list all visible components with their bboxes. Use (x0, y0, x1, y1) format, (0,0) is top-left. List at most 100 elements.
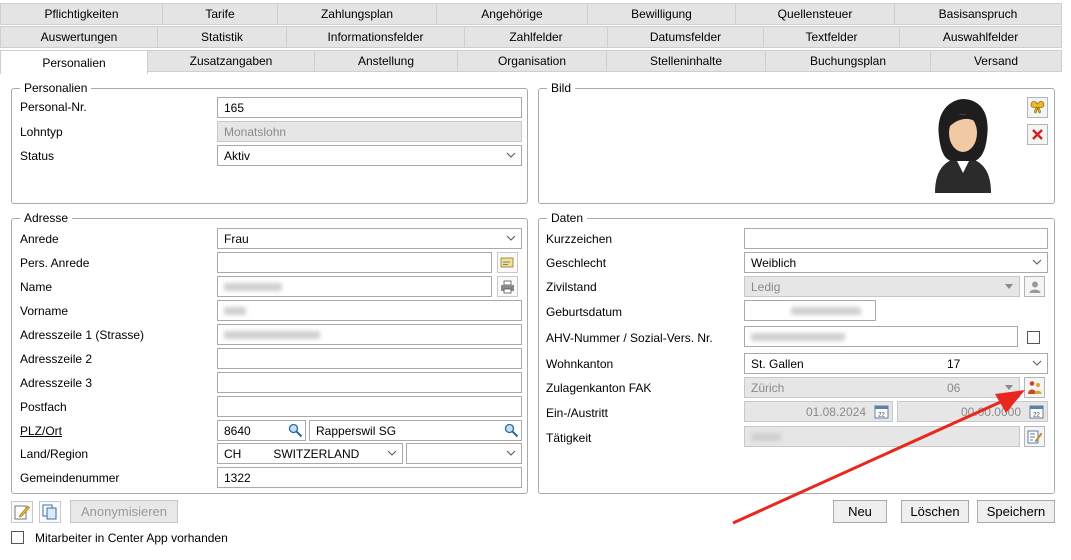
tab-auswahlfelder[interactable]: Auswahlfelder (900, 26, 1062, 48)
name-field[interactable] (217, 276, 492, 297)
anrede-select[interactable]: Frau (217, 228, 522, 249)
ahv-checkbox[interactable] (1027, 331, 1040, 344)
tab-statistik[interactable]: Statistik (158, 26, 287, 48)
personalien-legend: Personalien (20, 81, 92, 95)
postfach-field[interactable] (217, 396, 522, 417)
tab-angehoerige[interactable]: Angehörige (437, 3, 588, 25)
geschlecht-select[interactable]: Weiblich (744, 252, 1048, 273)
land-select[interactable]: CH SWITZERLAND (217, 443, 403, 464)
adresse-legend: Adresse (20, 211, 73, 225)
taetigkeit-field (744, 426, 1020, 447)
plz-value: 8640 (224, 423, 251, 438)
tab-tarife[interactable]: Tarife (163, 3, 278, 25)
adresszeile2-field[interactable] (217, 348, 522, 369)
delete-image-icon[interactable] (1027, 124, 1048, 145)
calendar-icon[interactable]: 22 (874, 404, 889, 419)
center-app-checkbox[interactable] (11, 531, 24, 544)
zulagenkanton-label: Zulagenkanton FAK (546, 381, 652, 395)
tab-organisation[interactable]: Organisation (458, 50, 607, 72)
svg-text:22: 22 (1033, 413, 1040, 419)
status-select[interactable]: Aktiv (217, 145, 522, 166)
copy-record-icon[interactable] (39, 501, 61, 523)
chevron-down-icon (1032, 259, 1042, 265)
calendar-icon[interactable]: 22 (1029, 404, 1044, 419)
tab-basisanspruch[interactable]: Basisanspruch (895, 3, 1062, 25)
center-app-label: Mitarbeiter in Center App vorhanden (35, 531, 228, 545)
tab-personalien[interactable]: Personalien (0, 50, 148, 74)
gemeinde-field[interactable]: 1322 (217, 467, 522, 488)
tab-informationsfelder[interactable]: Informationsfelder (287, 26, 465, 48)
kurzzeichen-field[interactable] (744, 228, 1048, 249)
tab-buchungsplan[interactable]: Buchungsplan (766, 50, 931, 72)
plz-field[interactable]: 8640 (217, 420, 306, 441)
pers-anrede-field[interactable] (217, 252, 492, 273)
tab-bewilligung[interactable]: Bewilligung (588, 3, 736, 25)
lohntyp-label: Lohntyp (20, 125, 63, 139)
tab-stelleninhalte[interactable]: Stelleninhalte (607, 50, 766, 72)
tab-zahlungsplan[interactable]: Zahlungsplan (278, 3, 437, 25)
address-card-icon[interactable] (497, 252, 518, 273)
austritt-field: 00.00.0000 22 (897, 401, 1048, 422)
ort-field[interactable]: Rapperswil SG (309, 420, 522, 441)
lohntyp-field: Monatslohn (217, 121, 522, 142)
plz-ort-label[interactable]: PLZ/Ort (20, 424, 62, 438)
postfach-label: Postfach (20, 400, 67, 414)
tab-versand[interactable]: Versand (931, 50, 1062, 72)
tab-pflichtigkeiten[interactable]: Pflichtigkeiten (0, 3, 163, 25)
personal-nr-field[interactable]: 165 (217, 97, 522, 118)
kurzzeichen-label: Kurzzeichen (546, 232, 613, 246)
ort-search-icon[interactable] (504, 423, 519, 438)
bild-legend: Bild (547, 81, 576, 95)
anonymisieren-button[interactable]: Anonymisieren (70, 500, 178, 523)
dropdown-arrow-icon (1005, 385, 1013, 390)
new-record-icon[interactable] (11, 501, 33, 523)
wohnkanton-code: 17 (947, 356, 961, 371)
tab-quellensteuer[interactable]: Quellensteuer (736, 3, 895, 25)
butterfly-icon[interactable] (1027, 97, 1048, 118)
name-redacted (224, 282, 282, 291)
person-icon[interactable] (1024, 276, 1045, 297)
personal-nr-label: Personal-Nr. (20, 100, 87, 114)
region-select[interactable] (406, 443, 522, 464)
tab-textfelder[interactable]: Textfelder (764, 26, 900, 48)
printer-icon[interactable] (497, 276, 518, 297)
chevron-down-icon (387, 450, 397, 456)
ahv-label: AHV-Nummer / Sozial-Vers. Nr. (546, 331, 713, 345)
land-name: SWITZERLAND (273, 446, 360, 461)
eintritt-value: 01.08.2024 (805, 404, 866, 419)
chevron-down-icon (506, 450, 516, 456)
family-icon[interactable] (1024, 377, 1045, 398)
tab-anstellung[interactable]: Anstellung (315, 50, 458, 72)
tab-datumsfelder[interactable]: Datumsfelder (608, 26, 764, 48)
tab-auswertungen[interactable]: Auswertungen (0, 26, 158, 48)
zulagenkanton-code: 06 (947, 380, 961, 395)
wohnkanton-select[interactable]: St. Gallen 17 (744, 353, 1048, 374)
plz-search-icon[interactable] (288, 423, 303, 438)
gemeinde-label: Gemeindenummer (20, 471, 120, 485)
neu-button[interactable]: Neu (833, 500, 887, 523)
edit-list-icon[interactable] (1024, 426, 1045, 447)
land-label: Land/Region (20, 447, 89, 461)
geburtsdatum-field[interactable] (744, 300, 876, 321)
ort-value: Rapperswil SG (316, 423, 397, 438)
chevron-down-icon (506, 235, 516, 241)
tab-zusatzangaben[interactable]: Zusatzangaben (148, 50, 315, 72)
adresszeile3-field[interactable] (217, 372, 522, 393)
ahv-field[interactable] (744, 326, 1018, 347)
vorname-field[interactable] (217, 300, 522, 321)
wohnkanton-label: Wohnkanton (546, 357, 614, 371)
adresszeile2-label: Adresszeile 2 (20, 352, 93, 366)
zivilstand-label: Zivilstand (546, 280, 597, 294)
einaustritt-label: Ein-/Austritt (546, 406, 609, 420)
adresszeile1-field[interactable] (217, 324, 522, 345)
geschlecht-value: Weiblich (751, 255, 797, 270)
tab-row-3: Personalien Zusatzangaben Anstellung Org… (0, 50, 1062, 74)
speichern-button[interactable]: Speichern (977, 500, 1055, 523)
chevron-down-icon (1032, 360, 1042, 366)
taetigkeit-redacted (751, 432, 781, 441)
austritt-value: 00.00.0000 (960, 404, 1021, 419)
adresszeile3-label: Adresszeile 3 (20, 376, 93, 390)
loeschen-button[interactable]: Löschen (901, 500, 969, 523)
tab-zahlfelder[interactable]: Zahlfelder (465, 26, 608, 48)
zivilstand-value: Ledig (751, 279, 781, 294)
